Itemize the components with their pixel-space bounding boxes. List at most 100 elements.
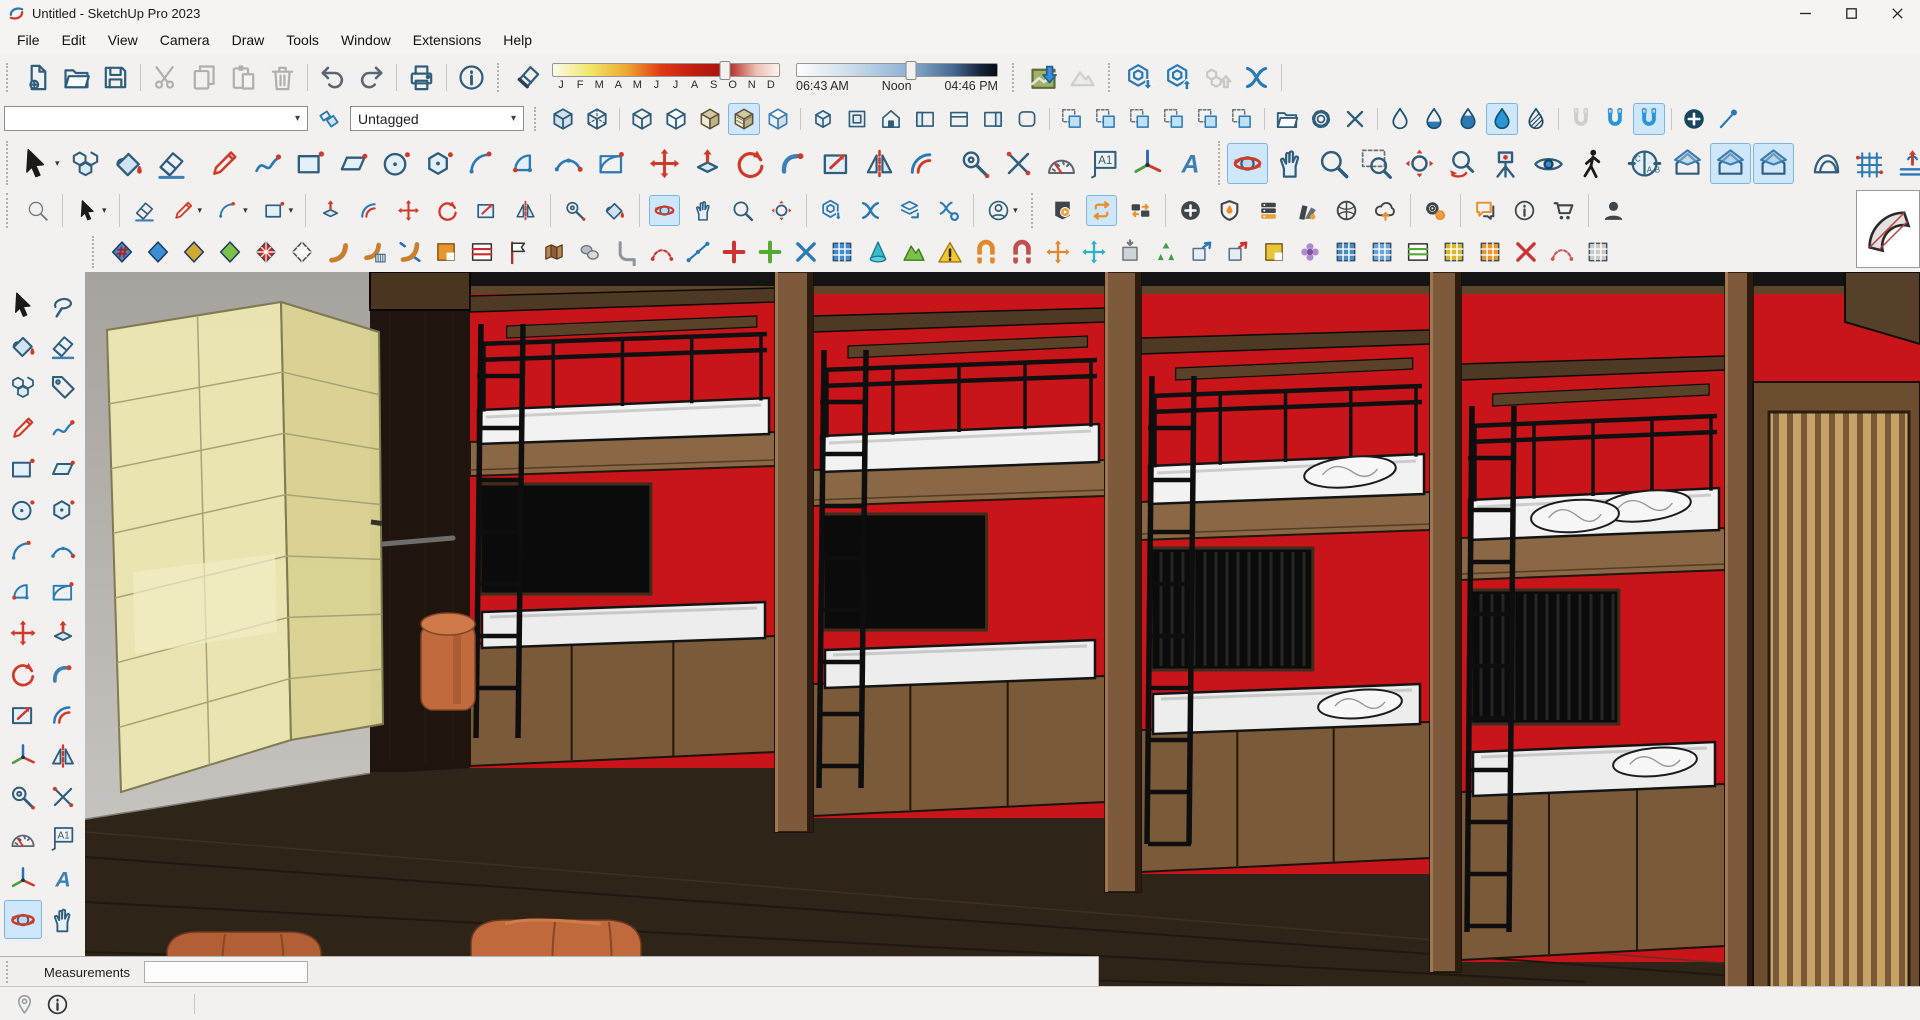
share-layers-button[interactable] — [894, 195, 925, 226]
display-section-cuts-button[interactable] — [1710, 143, 1751, 184]
toolbar-grip[interactable] — [1218, 141, 1220, 185]
back-edges-button[interactable] — [581, 103, 613, 135]
pl-recycle-green-button[interactable] — [1149, 235, 1183, 269]
eraser-small-button[interactable] — [129, 195, 160, 226]
select-caret[interactable]: ▾ — [55, 158, 60, 169]
pl-trash-box-button[interactable] — [1113, 235, 1147, 269]
select-small-button[interactable]: ▾ — [72, 195, 110, 226]
scale-small-button[interactable] — [471, 195, 502, 226]
monochrome-button[interactable] — [762, 103, 794, 135]
top-view-button[interactable] — [841, 103, 873, 135]
pl-bend-box-button[interactable] — [357, 235, 391, 269]
right-view-button[interactable] — [909, 103, 941, 135]
paint-small-button[interactable] — [599, 195, 630, 226]
3d-warehouse-button[interactable] — [1121, 59, 1158, 96]
close-x-button[interactable] — [1339, 103, 1371, 135]
credits-info-button[interactable] — [42, 989, 73, 1020]
menu-draw[interactable]: Draw — [221, 29, 276, 51]
tag-label-button[interactable] — [44, 367, 82, 406]
pie-button[interactable] — [505, 143, 546, 184]
zoom-extents-small-button[interactable] — [766, 195, 797, 226]
toggle-shadows-button[interactable] — [510, 59, 547, 96]
new-document-button[interactable] — [19, 59, 56, 96]
shadow-time-slider[interactable] — [796, 63, 998, 77]
snap-strong-button[interactable] — [1633, 103, 1665, 135]
polygon-button[interactable] — [44, 490, 82, 529]
pl-curve-dotted-button[interactable] — [1545, 235, 1579, 269]
position-camera-button[interactable] — [1485, 143, 1526, 184]
line-small-caret[interactable]: ▾ — [198, 205, 203, 216]
close-button[interactable] — [1874, 0, 1920, 26]
move-button[interactable] — [4, 613, 42, 652]
pl-grid-diamond-red-button[interactable] — [249, 235, 283, 269]
menu-help[interactable]: Help — [492, 29, 543, 51]
shaded-button[interactable] — [694, 103, 726, 135]
pl-grid-white-button[interactable] — [1581, 235, 1615, 269]
pl-bend-arc-button[interactable] — [321, 235, 355, 269]
eraser-button[interactable] — [151, 143, 192, 184]
walk-button[interactable] — [1571, 143, 1612, 184]
select-button[interactable]: ▾ — [15, 143, 63, 184]
push-pull-button[interactable] — [687, 143, 728, 184]
line-button[interactable] — [204, 143, 245, 184]
axes-colored-button[interactable] — [4, 859, 42, 898]
protractor-button[interactable] — [1041, 143, 1082, 184]
perspective-view-button[interactable] — [1011, 103, 1043, 135]
vray-settings-button[interactable] — [1420, 195, 1451, 226]
push-pull-small-button[interactable] — [315, 195, 346, 226]
save-model-button[interactable] — [97, 59, 134, 96]
store-cart-button[interactable] — [1548, 195, 1579, 226]
zoom-window-button[interactable] — [1356, 143, 1397, 184]
toolbar-grip[interactable] — [1108, 63, 1114, 92]
pl-x-red-button[interactable] — [1509, 235, 1543, 269]
account-button[interactable]: ▾ — [983, 195, 1021, 226]
add-new-button[interactable] — [1678, 103, 1710, 135]
rectangle-button[interactable] — [290, 143, 331, 184]
pl-diamond-gold-button[interactable] — [177, 235, 211, 269]
select-set-previous-button[interactable] — [1056, 103, 1088, 135]
front-view-button[interactable] — [875, 103, 907, 135]
look-around-button[interactable] — [1528, 143, 1569, 184]
flip-button[interactable] — [859, 143, 900, 184]
pl-table-green-button[interactable] — [1401, 235, 1435, 269]
pl-diamond-green-button[interactable] — [213, 235, 247, 269]
add-location-button[interactable] — [1025, 59, 1062, 96]
pl-arrows-cyan-button[interactable] — [1077, 235, 1111, 269]
pan-small-button[interactable] — [688, 195, 719, 226]
vray-batch-button[interactable] — [1253, 195, 1284, 226]
pl-square-orange-button[interactable] — [429, 235, 463, 269]
pl-magnet-orange-button[interactable] — [969, 235, 1003, 269]
measurements-input[interactable] — [144, 961, 308, 983]
preferences-button[interactable] — [1305, 103, 1337, 135]
rotated-rectangle-button[interactable] — [333, 143, 374, 184]
offset-small-button[interactable] — [354, 195, 385, 226]
line-small-button[interactable]: ▾ — [168, 195, 206, 226]
two-point-arc-button[interactable] — [4, 531, 42, 570]
pl-terrain-green-button[interactable] — [897, 235, 931, 269]
menu-camera[interactable]: Camera — [149, 29, 221, 51]
orbit-button[interactable] — [1227, 143, 1268, 184]
paint-bucket-button[interactable] — [108, 143, 149, 184]
shaded-with-textures-button[interactable] — [728, 103, 760, 135]
line-button[interactable] — [4, 408, 42, 447]
pl-grid-blue-2-button[interactable] — [1329, 235, 1363, 269]
toolbar-grip[interactable] — [6, 193, 12, 228]
zoom-button[interactable] — [1313, 143, 1354, 184]
vray-add-asset-button[interactable] — [1175, 195, 1206, 226]
section-plane-button[interactable]: CA-B — [1624, 143, 1665, 184]
minimize-button[interactable] — [1782, 0, 1828, 26]
extension-manager-button[interactable] — [933, 195, 964, 226]
lasso-select-button[interactable] — [44, 285, 82, 324]
paint-bucket-button[interactable] — [4, 326, 42, 365]
model-info-button[interactable] — [453, 59, 490, 96]
hidden-line-button[interactable] — [660, 103, 692, 135]
scale-button[interactable] — [4, 695, 42, 734]
move-button[interactable] — [644, 143, 685, 184]
select-union-button[interactable] — [1192, 103, 1224, 135]
classifier-combo[interactable]: ▾ — [4, 106, 308, 131]
viewport-3d[interactable] — [85, 272, 1920, 988]
from-contours-button[interactable] — [1806, 143, 1847, 184]
follow-me-button[interactable] — [44, 654, 82, 693]
opacity-empty-button[interactable] — [1384, 103, 1416, 135]
back-view-button[interactable] — [943, 103, 975, 135]
